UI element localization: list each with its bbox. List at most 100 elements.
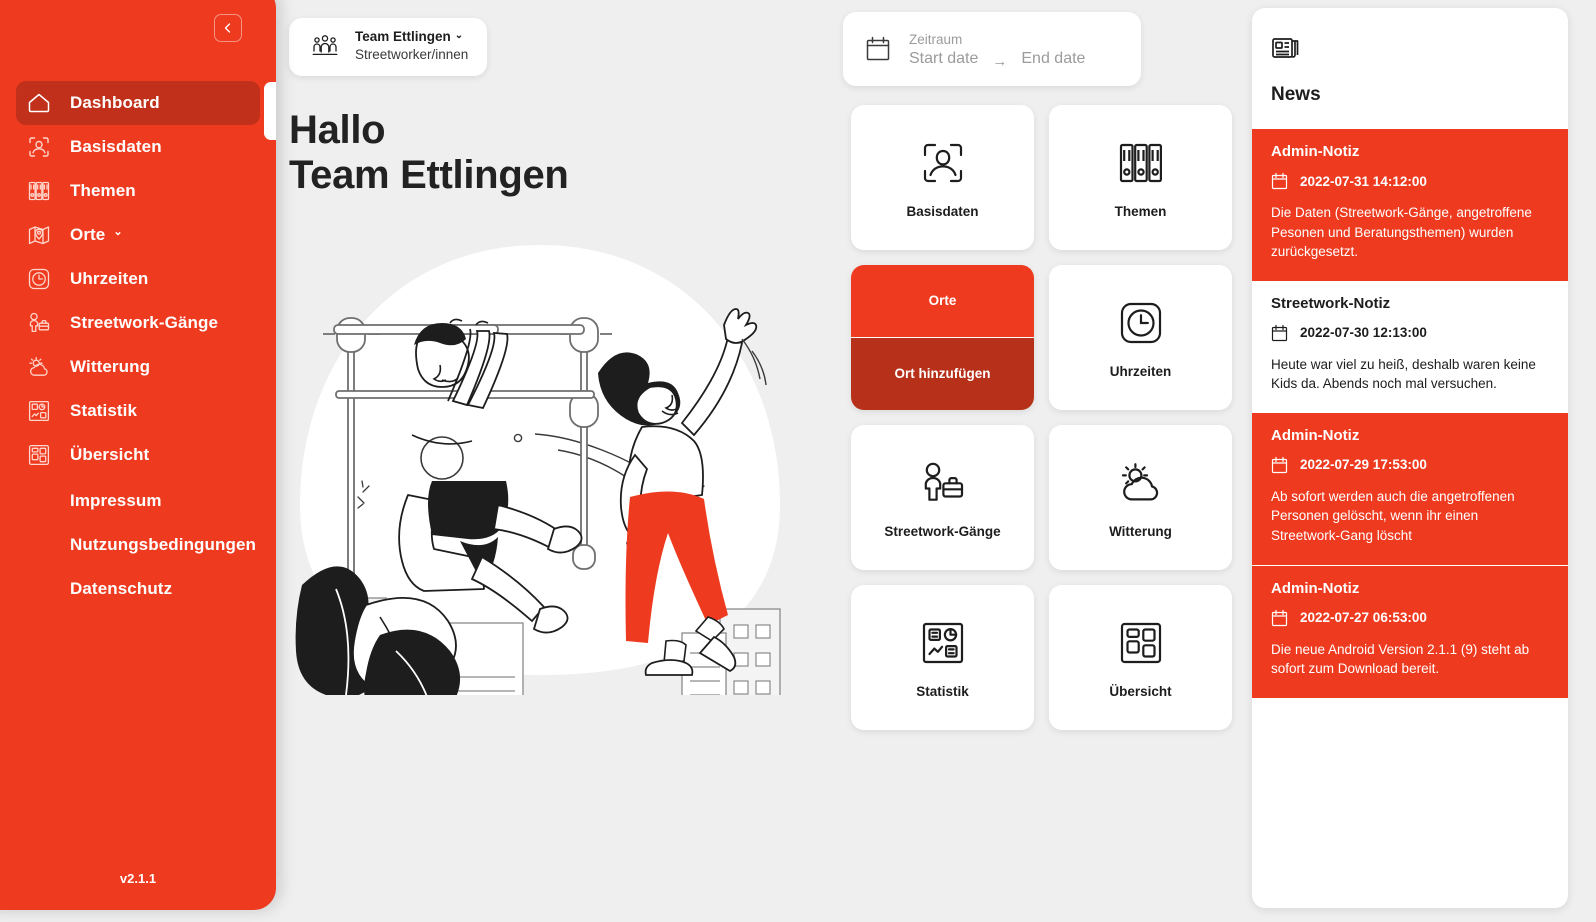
- news-item-date: 2022-07-29 17:53:00: [1300, 457, 1427, 473]
- tile-label: Basisdaten: [906, 204, 979, 219]
- sidebar-active-edge-indicator: [264, 82, 276, 140]
- start-date-input[interactable]: Start date: [909, 50, 978, 68]
- sidebar-item-orte[interactable]: Orte ⌄: [16, 213, 260, 257]
- news-item-date-row: 2022-07-27 06:53:00: [1271, 609, 1549, 627]
- sidebar-link-impressum[interactable]: Impressum: [16, 479, 260, 523]
- tile-themen[interactable]: Themen: [1049, 105, 1232, 250]
- tile-row: Statistik Übersicht: [851, 585, 1233, 730]
- news-item-heading: Admin-Notiz: [1271, 143, 1360, 160]
- sidebar-item-basisdaten[interactable]: Basisdaten: [16, 125, 260, 169]
- sidebar-item-themen[interactable]: Themen: [16, 169, 260, 213]
- news-item-heading: Admin-Notiz: [1271, 579, 1360, 597]
- team-role: Streetworker/innen: [355, 47, 469, 63]
- sidebar-item-uhrzeiten[interactable]: Uhrzeiten: [16, 257, 260, 301]
- clock-icon: [1115, 296, 1167, 350]
- news-panel-title: News: [1271, 84, 1321, 105]
- greeting-line: Hallo: [289, 108, 386, 152]
- news-item-date: 2022-07-30 12:13:00: [1300, 325, 1427, 341]
- sidebar: Dashboard Basisdaten Themen Orte ⌄ Uhrze…: [0, 0, 276, 910]
- tile-row: Basisdaten Themen: [851, 105, 1233, 250]
- news-item-body: Die Daten (Streetwork-Gänge, angetroffen…: [1271, 205, 1532, 260]
- sidebar-item-label: Basisdaten: [70, 137, 162, 156]
- news-item[interactable]: Streetwork-Notiz 2022-07-30 12:13:00 Heu…: [1252, 280, 1568, 413]
- team-name: Team Ettlingen: [355, 29, 451, 45]
- date-range-picker[interactable]: Zeitraum Start date → End date: [843, 12, 1141, 86]
- tile-label: Übersicht: [1109, 684, 1172, 699]
- sidebar-item-label: Uhrzeiten: [70, 269, 149, 288]
- tile-streetwork-gaenge[interactable]: Streetwork-Gänge: [851, 425, 1034, 570]
- news-item[interactable]: Admin-Notiz 2022-07-29 17:53:00 Ab sofor…: [1252, 412, 1568, 565]
- team-name-line: Team Ettlingen: [289, 152, 569, 197]
- news-item-body: Ab sofort werden auch die angetroffenen …: [1271, 488, 1515, 543]
- dashboard-page: Dashboard Basisdaten Themen Orte ⌄ Uhrze…: [0, 0, 1596, 922]
- tile-witterung[interactable]: Witterung: [1049, 425, 1232, 570]
- arrow-right-icon: →: [992, 52, 1008, 70]
- tile-uhrzeiten[interactable]: Uhrzeiten: [1049, 265, 1232, 410]
- team-name-row: Team Ettlingen ⌄: [355, 29, 468, 46]
- end-date-input[interactable]: End date: [1021, 50, 1085, 68]
- sidebar-item-witterung[interactable]: Witterung: [16, 345, 260, 389]
- date-range-fields: Zeitraum Start date → End date: [909, 30, 1085, 70]
- grid-overview-icon: [24, 440, 54, 470]
- person-briefcase-icon: [917, 456, 969, 510]
- news-item[interactable]: Admin-Notiz 2022-07-31 14:12:00 Die Date…: [1252, 129, 1568, 281]
- news-item-heading: Streetwork-Notiz: [1271, 294, 1391, 312]
- chevron-down-icon[interactable]: ⌄: [455, 30, 463, 41]
- sidebar-item-label: Übersicht: [70, 445, 150, 464]
- tile-orte-add[interactable]: Ort hinzufügen: [851, 337, 1034, 410]
- grid-overview-icon: [1115, 616, 1167, 670]
- clock-icon: [24, 264, 54, 294]
- person-briefcase-icon: [24, 308, 54, 338]
- group-people-icon: [309, 31, 341, 63]
- sidebar-link-label: Datenschutz: [70, 579, 173, 598]
- sidebar-link-nutzungsbedingungen[interactable]: Nutzungsbedingungen: [16, 523, 260, 567]
- sidebar-link-label: Nutzungsbedingungen: [70, 535, 257, 554]
- weather-cloud-icon: [24, 352, 54, 382]
- home-icon: [24, 88, 54, 118]
- news-item-date-row: 2022-07-31 14:12:00: [1271, 172, 1549, 190]
- team-selector[interactable]: Team Ettlingen ⌄ Streetworker/innen: [289, 18, 487, 76]
- sidebar-collapse-button[interactable]: [214, 14, 242, 42]
- person-scan-icon: [24, 132, 54, 162]
- sidebar-item-label: Statistik: [70, 401, 138, 420]
- news-item-heading: Admin-Notiz: [1271, 426, 1360, 444]
- weather-cloud-icon: [1115, 456, 1167, 510]
- sidebar-item-streetwork-gaenge[interactable]: Streetwork-Gänge: [16, 301, 260, 345]
- tile-uebersicht[interactable]: Übersicht: [1049, 585, 1232, 730]
- news-item-body: Heute war viel zu heiß, deshalb waren ke…: [1271, 356, 1536, 392]
- tile-row: Streetwork-Gänge Witterung: [851, 425, 1233, 570]
- person-scan-icon: [917, 136, 969, 190]
- tile-label: Uhrzeiten: [1109, 364, 1172, 379]
- sidebar-item-statistik[interactable]: Statistik: [16, 389, 260, 433]
- date-range-inputs: Start date → End date: [909, 50, 1085, 70]
- tile-label: Themen: [1114, 204, 1167, 219]
- binders-icon: [24, 176, 54, 206]
- news-item-date-row: 2022-07-29 17:53:00: [1271, 456, 1549, 474]
- tile-orte-main[interactable]: Orte: [851, 265, 1034, 338]
- sidebar-item-label: Witterung: [70, 357, 151, 376]
- chevron-down-icon[interactable]: ⌄: [113, 226, 122, 238]
- calendar-icon: [865, 35, 891, 63]
- sidebar-item-uebersicht[interactable]: Übersicht: [16, 433, 260, 477]
- sidebar-link-datenschutz[interactable]: Datenschutz: [16, 567, 260, 611]
- date-range-label: Zeitraum: [909, 31, 963, 47]
- sidebar-item-label: Streetwork-Gänge: [70, 313, 219, 332]
- tile-label: Streetwork-Gänge: [884, 524, 1001, 539]
- sidebar-link-label: Impressum: [70, 491, 162, 510]
- page-title: Hallo Team Ettlingen: [289, 108, 569, 198]
- tile-statistik[interactable]: Statistik: [851, 585, 1034, 730]
- statistics-icon: [24, 396, 54, 426]
- quick-action-tiles: Basisdaten Themen Orte Ort hinzufügen Uh…: [851, 105, 1233, 745]
- tile-basisdaten[interactable]: Basisdaten: [851, 105, 1034, 250]
- tile-orte[interactable]: Orte Ort hinzufügen: [851, 265, 1034, 410]
- chevron-left-icon: [222, 22, 234, 34]
- newspaper-icon: [1271, 34, 1301, 62]
- news-item-body: Die neue Android Version 2.1.1 (9) steht…: [1271, 641, 1530, 677]
- news-item[interactable]: Admin-Notiz 2022-07-27 06:53:00 Die neue…: [1252, 564, 1568, 698]
- sidebar-item-label: Dashboard: [70, 93, 160, 112]
- sidebar-item-label: Orte: [70, 225, 106, 244]
- calendar-icon: [1271, 324, 1288, 342]
- sidebar-nav: Dashboard Basisdaten Themen Orte ⌄ Uhrze…: [0, 81, 276, 611]
- tile-label: Statistik: [916, 684, 969, 699]
- sidebar-item-dashboard[interactable]: Dashboard: [16, 81, 260, 125]
